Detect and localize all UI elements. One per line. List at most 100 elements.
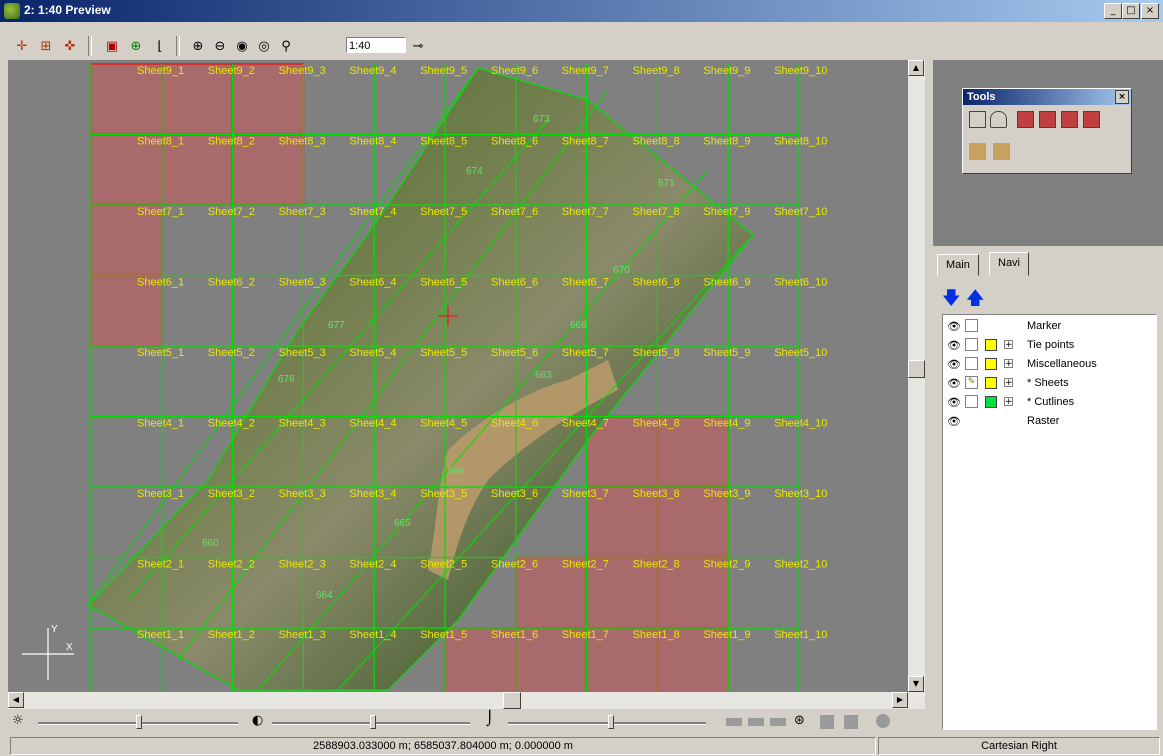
sheet-label[interactable]: Sheet2_8 [633, 559, 680, 571]
tab-navi[interactable]: Navi [989, 252, 1030, 276]
sheet-label[interactable]: Sheet3_7 [562, 488, 609, 500]
sphere-icon[interactable] [876, 714, 890, 728]
zoom-extent-icon[interactable]: ◉ [232, 36, 252, 56]
sheet-label[interactable]: Sheet6_4 [349, 277, 396, 289]
expand-icon[interactable]: + [1004, 378, 1013, 388]
sheet-label[interactable]: Sheet8_7 [562, 136, 609, 148]
sheet-label[interactable]: Sheet5_8 [633, 347, 680, 359]
sheet-label[interactable]: Sheet4_9 [703, 418, 750, 430]
sheet-label[interactable]: Sheet8_4 [349, 136, 396, 148]
sheet-label[interactable]: Sheet2_9 [703, 559, 750, 571]
sheet-label[interactable]: Sheet6_1 [137, 277, 184, 289]
sheet-label[interactable]: Sheet3_9 [703, 488, 750, 500]
sheet-label[interactable]: Sheet1_3 [279, 629, 326, 641]
import-tool-icon[interactable] [969, 143, 986, 160]
zoom-out-icon[interactable]: ⊖ [210, 36, 230, 56]
frame-icon[interactable]: ⌊ [150, 36, 170, 56]
sheet-label[interactable]: Sheet7_10 [774, 206, 827, 218]
horizontal-scroll-thumb[interactable] [503, 692, 521, 709]
zoom-scale-icon[interactable]: ⚲ [276, 36, 296, 56]
sheet-label[interactable]: Sheet3_1 [137, 488, 184, 500]
sheet-label[interactable]: Sheet9_2 [208, 65, 255, 77]
sheet-label[interactable]: Sheet3_5 [420, 488, 467, 500]
sheet-label[interactable]: Sheet7_5 [420, 206, 467, 218]
layer-edit-checkbox[interactable] [965, 395, 978, 408]
visibility-eye-icon[interactable]: 👁 [947, 396, 961, 409]
sheet-label[interactable]: Sheet5_7 [562, 347, 609, 359]
layer-row-miscellaneous[interactable]: 👁 + Miscellaneous [943, 355, 1156, 374]
sheet-label[interactable]: Sheet5_6 [491, 347, 538, 359]
sheet-label[interactable]: Sheet8_5 [420, 136, 467, 148]
sheet-label[interactable]: Sheet8_6 [491, 136, 538, 148]
pencil-edit-icon[interactable]: ✎ [965, 376, 978, 389]
layer-row-raster[interactable]: 👁 Raster [943, 412, 1156, 431]
map-canvas[interactable]: Sheet9_1 Sheet9_2 Sheet9_3 Sheet9_4 Sheet9_5… [8, 60, 908, 692]
sheet-label[interactable]: Sheet7_6 [491, 206, 538, 218]
sheet-label[interactable]: Sheet9_9 [703, 65, 750, 77]
sheet-tool-4-icon[interactable] [1083, 111, 1100, 128]
sheet-tool-1-icon[interactable] [1017, 111, 1034, 128]
view-mode-1-icon[interactable] [726, 718, 742, 726]
sheet-label[interactable]: Sheet3_8 [633, 488, 680, 500]
sheet-label[interactable]: Sheet1_4 [349, 629, 396, 641]
sheet-label[interactable]: Sheet5_10 [774, 347, 827, 359]
sheet-label[interactable]: Sheet4_4 [349, 418, 396, 430]
sheet-label[interactable]: Sheet6_9 [703, 277, 750, 289]
sheet-label[interactable]: Sheet9_5 [420, 65, 467, 77]
sheet-label[interactable]: Sheet6_5 [420, 277, 467, 289]
sheet-label[interactable]: Sheet4_3 [279, 418, 326, 430]
expand-icon[interactable]: + [1004, 340, 1013, 350]
close-button[interactable]: × [1141, 3, 1159, 19]
sheet-label[interactable]: Sheet1_8 [633, 629, 680, 641]
visibility-eye-icon[interactable]: 👁 [947, 339, 961, 352]
sheet-label[interactable]: Sheet6_6 [491, 277, 538, 289]
sheet-label[interactable]: Sheet2_1 [137, 559, 184, 571]
sheet-label[interactable]: Sheet3_10 [774, 488, 827, 500]
sheet-tool-3-icon[interactable] [1061, 111, 1078, 128]
scroll-left-button[interactable]: ◀ [8, 692, 24, 708]
layer-color-swatch[interactable] [985, 339, 997, 351]
sheet-label[interactable]: Sheet7_8 [633, 206, 680, 218]
sheet-label[interactable]: Sheet1_2 [208, 629, 255, 641]
move-down-icon[interactable]: 🡇 [942, 286, 961, 316]
add-tie-icon[interactable]: ✜ [60, 36, 80, 56]
scroll-down-button[interactable]: ▼ [908, 676, 924, 692]
sheet-label[interactable]: Sheet9_6 [491, 65, 538, 77]
sheet-label[interactable]: Sheet4_8 [633, 418, 680, 430]
sheet-label[interactable]: Sheet2_5 [420, 559, 467, 571]
sheet-label[interactable]: Sheet7_7 [562, 206, 609, 218]
sheet-label[interactable]: Sheet5_4 [349, 347, 396, 359]
sheet-label[interactable]: Sheet3_2 [208, 488, 255, 500]
sheet-label[interactable]: Sheet1_6 [491, 629, 538, 641]
sheet-label[interactable]: Sheet7_3 [279, 206, 326, 218]
page-left-icon[interactable] [820, 715, 834, 729]
layer-color-swatch[interactable] [985, 358, 997, 370]
sheet-label[interactable]: Sheet3_4 [349, 488, 396, 500]
sheet-label[interactable]: Sheet7_2 [208, 206, 255, 218]
polygon-tool-icon[interactable] [990, 111, 1007, 128]
layer-color-swatch[interactable] [985, 396, 997, 408]
sheet-label[interactable]: Sheet6_8 [633, 277, 680, 289]
sheet-label[interactable]: Sheet2_4 [349, 559, 396, 571]
layer-color-swatch[interactable] [985, 377, 997, 389]
layer-edit-checkbox[interactable] [965, 319, 978, 332]
sheet-label[interactable]: Sheet9_8 [633, 65, 680, 77]
sheet-label[interactable]: Sheet7_4 [349, 206, 396, 218]
sheet-label[interactable]: Sheet8_2 [208, 136, 255, 148]
sheet-label[interactable]: Sheet6_10 [774, 277, 827, 289]
visibility-eye-icon[interactable]: 👁 [947, 377, 961, 390]
sheet-label[interactable]: Sheet6_7 [562, 277, 609, 289]
zoom-in-icon[interactable]: ⊕ [188, 36, 208, 56]
sheet-label[interactable]: Sheet1_1 [137, 629, 184, 641]
sheet-label[interactable]: Sheet6_3 [279, 277, 326, 289]
sheet-label[interactable]: Sheet2_7 [562, 559, 609, 571]
sheet-label[interactable]: Sheet9_1 [137, 65, 184, 77]
visibility-eye-icon[interactable]: 👁 [947, 415, 961, 428]
sheet-label[interactable]: Sheet1_7 [562, 629, 609, 641]
sheet-tool-2-icon[interactable] [1039, 111, 1056, 128]
sheet-label[interactable]: Sheet5_5 [420, 347, 467, 359]
sheet-label[interactable]: Sheet9_7 [562, 65, 609, 77]
sheet-label[interactable]: Sheet8_3 [279, 136, 326, 148]
page-right-icon[interactable] [844, 715, 858, 729]
sheet-label[interactable]: Sheet4_2 [208, 418, 255, 430]
